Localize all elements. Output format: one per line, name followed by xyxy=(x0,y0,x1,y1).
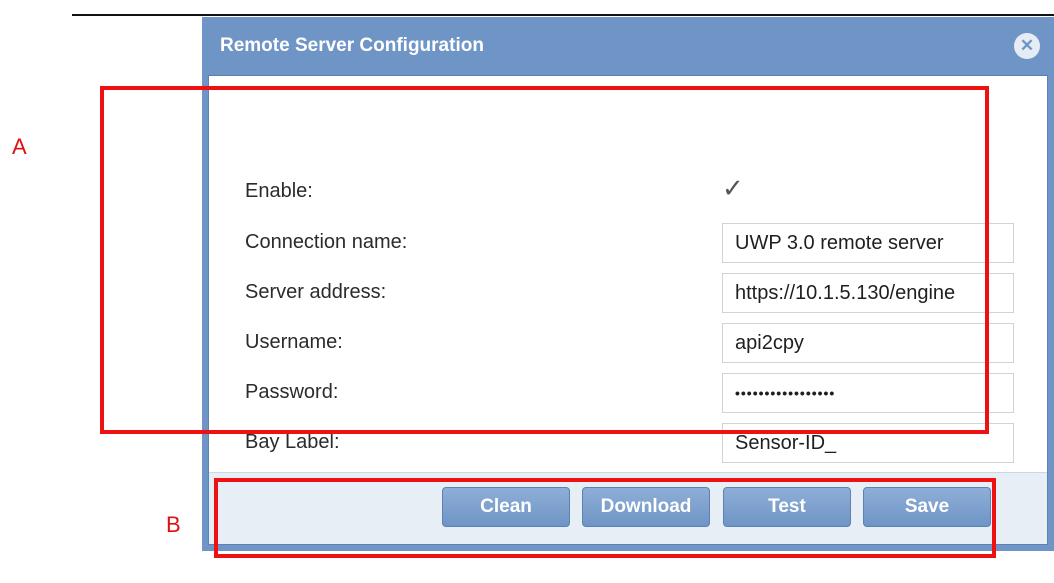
connection-name-row: Connection name: UWP 3.0 remote server xyxy=(245,223,1014,263)
dialog-title: Remote Server Configuration xyxy=(220,35,484,56)
test-button[interactable]: Test xyxy=(723,487,851,527)
dialog-body: Enable: ✓ Connection name: UWP 3.0 remot… xyxy=(208,75,1048,545)
connection-name-label: Connection name: xyxy=(245,231,408,253)
dialog-footer: Clean Download Test Save xyxy=(209,472,1047,544)
connection-name-input[interactable]: UWP 3.0 remote server xyxy=(722,223,1014,263)
save-button[interactable]: Save xyxy=(863,487,991,527)
enable-checkbox[interactable]: ✓ xyxy=(722,174,744,204)
callout-label-a: A xyxy=(12,134,27,159)
server-address-label: Server address: xyxy=(245,281,387,303)
enable-row: Enable: ✓ xyxy=(245,172,985,212)
bay-label-label: Bay Label: xyxy=(245,431,340,453)
enable-label: Enable: xyxy=(245,180,313,202)
username-label: Username: xyxy=(245,331,343,353)
dialog-titlebar: Remote Server Configuration ✕ xyxy=(208,17,1048,75)
close-icon[interactable]: ✕ xyxy=(1014,33,1040,59)
server-address-input[interactable]: https://10.1.5.130/engine xyxy=(722,273,1014,313)
password-input[interactable]: ••••••••••••••••• xyxy=(722,373,1014,413)
download-button[interactable]: Download xyxy=(582,487,710,527)
remote-server-dialog: Remote Server Configuration ✕ Enable: ✓ … xyxy=(202,17,1054,551)
username-row: Username: api2cpy xyxy=(245,323,1014,363)
password-label: Password: xyxy=(245,381,339,403)
callout-label-b: B xyxy=(166,512,181,537)
clean-button[interactable]: Clean xyxy=(442,487,570,527)
top-divider xyxy=(72,14,1054,16)
username-input[interactable]: api2cpy xyxy=(722,323,1014,363)
server-address-row: Server address: https://10.1.5.130/engin… xyxy=(245,273,1014,313)
bay-label-row: Bay Label: Sensor-ID_ xyxy=(245,423,1014,463)
bay-label-input[interactable]: Sensor-ID_ xyxy=(722,423,1014,463)
password-row: Password: ••••••••••••••••• xyxy=(245,373,1014,413)
